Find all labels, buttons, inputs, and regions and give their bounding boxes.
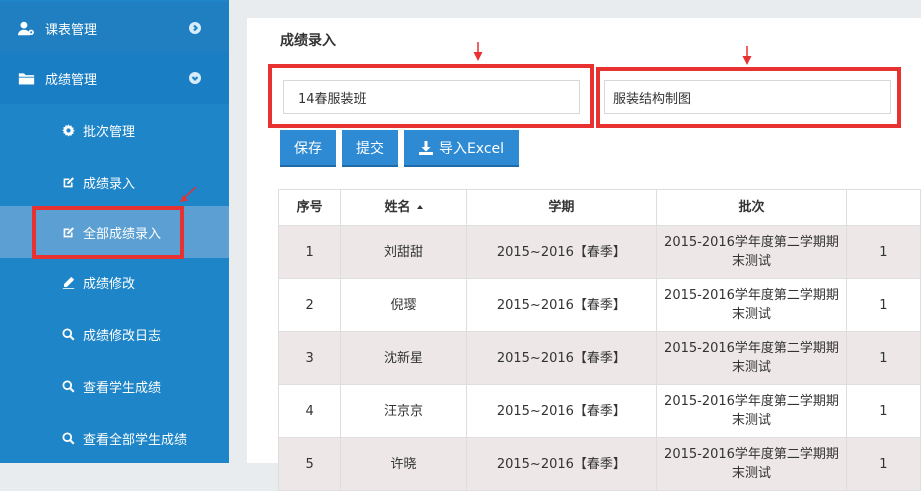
arrow-diagonal-icon	[180, 186, 197, 202]
cell-extra: 1	[845, 331, 921, 385]
header-batch: 批次	[656, 189, 847, 226]
arrow-down-icon	[742, 46, 752, 65]
sidebar-section-grades[interactable]: 成绩管理	[0, 52, 229, 104]
search-icon	[61, 379, 75, 393]
gear-icon	[61, 123, 75, 137]
cell-name: 刘甜甜	[340, 225, 467, 279]
table-row: 2 倪璎 2015~2016【春季】 2015-2016学年度第二学期期 末测试 …	[277, 278, 921, 332]
chevron-right-icon[interactable]	[189, 22, 201, 34]
table-row: 1 刘甜甜 2015~2016【春季】 2015-2016学年度第二学期期 末测试…	[277, 225, 921, 279]
batch-line1: 2015-2016学年度第二学期期	[664, 447, 839, 462]
search-icon	[61, 327, 75, 341]
cell-no: 4	[277, 384, 342, 438]
sidebar-section-timetable[interactable]: 课表管理	[0, 2, 229, 54]
cell-no: 5	[277, 437, 342, 491]
sidebar-item-batch-management[interactable]: 批次管理	[0, 104, 229, 156]
edit-icon	[61, 175, 75, 189]
batch-line2: 末测试	[731, 413, 771, 428]
sidebar-section-label: 课表管理	[45, 22, 98, 38]
cell-batch: 2015-2016学年度第二学期期 末测试	[656, 384, 847, 438]
highlight-course-field	[596, 67, 901, 128]
sidebar-item-grade-edit-log[interactable]: 成绩修改日志	[0, 308, 229, 360]
cell-name: 沈新星	[340, 331, 467, 385]
sidebar-item-label: 批次管理	[83, 124, 136, 140]
cell-extra: 1	[845, 225, 921, 279]
folder-icon	[16, 68, 36, 88]
submit-button[interactable]: 提交	[342, 130, 398, 167]
table-row: 4 汪京京 2015~2016【春季】 2015-2016学年度第二学期期 末测试…	[277, 384, 921, 438]
header-name-label: 姓名	[384, 200, 411, 215]
cell-extra: 1	[845, 278, 921, 332]
header-no: 序号	[277, 189, 342, 226]
table-header-row: 序号 姓名 学期 批次	[277, 189, 921, 226]
import-excel-button[interactable]: 导入Excel	[404, 130, 519, 167]
table-row: 5 许晓 2015~2016【春季】 2015-2016学年度第二学期期 末测试 …	[277, 437, 921, 491]
page-title: 成绩录入	[280, 33, 336, 49]
pencil-icon	[61, 275, 75, 289]
cell-term: 2015~2016【春季】	[465, 278, 658, 332]
chevron-down-icon[interactable]	[189, 72, 201, 84]
cell-name: 倪璎	[340, 278, 467, 332]
cell-name: 许晓	[340, 437, 467, 491]
sidebar-item-label: 查看全部学生成绩	[83, 432, 188, 448]
batch-line1: 2015-2016学年度第二学期期	[664, 288, 839, 303]
cell-no: 1	[277, 225, 342, 279]
sidebar-item-view-student-grades[interactable]: 查看学生成绩	[0, 360, 229, 412]
user-settings-icon	[16, 18, 36, 38]
cell-no: 2	[277, 278, 342, 332]
batch-line2: 末测试	[731, 466, 771, 481]
cell-batch: 2015-2016学年度第二学期期 末测试	[656, 278, 847, 332]
cell-term: 2015~2016【春季】	[465, 437, 658, 491]
sidebar-item-label: 成绩修改	[83, 276, 136, 292]
sidebar-section-label: 成绩管理	[45, 72, 98, 88]
sidebar-item-view-all-student-grades[interactable]: 查看全部学生成绩	[0, 412, 229, 464]
cell-batch: 2015-2016学年度第二学期期 末测试	[656, 331, 847, 385]
batch-line1: 2015-2016学年度第二学期期	[664, 341, 839, 356]
grade-table: 序号 姓名 学期 批次 1 刘甜甜 2015~2016【春季】 2015-201…	[277, 189, 921, 491]
highlight-sidebar-item	[32, 206, 184, 259]
cell-extra: 1	[845, 437, 921, 491]
batch-line1: 2015-2016学年度第二学期期	[664, 394, 839, 409]
cell-term: 2015~2016【春季】	[465, 225, 658, 279]
batch-line2: 末测试	[731, 254, 771, 269]
download-icon	[418, 140, 433, 155]
arrow-down-icon	[473, 42, 483, 61]
batch-line1: 2015-2016学年度第二学期期	[664, 235, 839, 250]
cell-extra: 1	[845, 384, 921, 438]
header-name[interactable]: 姓名	[340, 189, 467, 226]
batch-line2: 末测试	[731, 360, 771, 375]
sort-asc-icon[interactable]	[416, 205, 423, 209]
cell-term: 2015~2016【春季】	[465, 384, 658, 438]
sidebar-item-grade-edit[interactable]: 成绩修改	[0, 256, 229, 308]
cell-batch: 2015-2016学年度第二学期期 末测试	[656, 437, 847, 491]
highlight-class-field	[268, 64, 594, 128]
import-excel-label: 导入Excel	[438, 140, 505, 157]
save-button[interactable]: 保存	[280, 130, 336, 167]
header-term: 学期	[465, 189, 658, 226]
cell-batch: 2015-2016学年度第二学期期 末测试	[656, 225, 847, 279]
cell-name: 汪京京	[340, 384, 467, 438]
sidebar-item-label: 查看学生成绩	[83, 380, 162, 396]
header-extra	[845, 189, 921, 226]
cell-no: 3	[277, 331, 342, 385]
batch-line2: 末测试	[731, 307, 771, 322]
search-icon	[61, 431, 75, 445]
table-row: 3 沈新星 2015~2016【春季】 2015-2016学年度第二学期期 末测试…	[277, 331, 921, 385]
sidebar-item-label: 成绩修改日志	[83, 328, 162, 344]
sidebar-item-label: 成绩录入	[83, 176, 136, 192]
cell-term: 2015~2016【春季】	[465, 331, 658, 385]
